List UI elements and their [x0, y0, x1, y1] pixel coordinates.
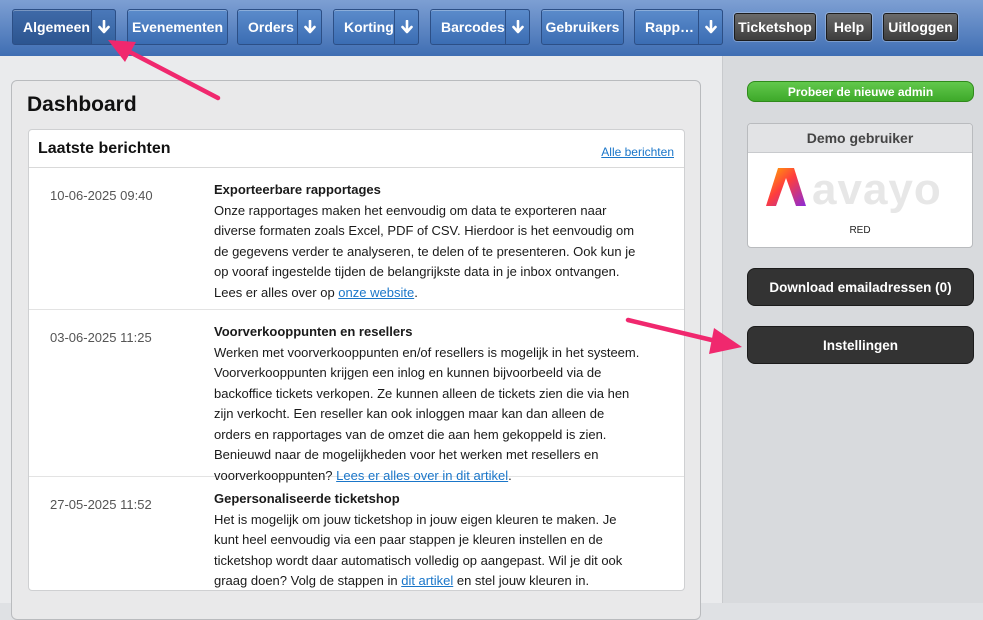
message-title: Exporteerbare rapportages — [214, 182, 381, 197]
message-text-end: . — [414, 284, 418, 300]
message-link[interactable]: dit artikel — [401, 573, 453, 588]
arrow-down-icon[interactable] — [698, 9, 723, 45]
nav-orders-label: Orders — [248, 19, 294, 35]
all-messages-link[interactable]: Alle berichten — [601, 145, 674, 159]
demo-organisation: RED — [849, 225, 871, 236]
ticketshop-button[interactable]: Ticketshop — [734, 13, 816, 41]
arrow-down-icon[interactable] — [297, 9, 322, 45]
message-text: Werken met voorverkooppunten en/of resel… — [214, 344, 640, 483]
message-body: Voorverkooppunten en resellers Werken me… — [214, 322, 644, 486]
message-title: Voorverkooppunten en resellers — [214, 324, 413, 339]
download-emailaddresses-button[interactable]: Download emailadressen (0) — [747, 268, 974, 306]
nav-orders[interactable]: Orders — [237, 9, 322, 45]
nav-gebruikers-label: Gebruikers — [545, 19, 620, 35]
nav-korting[interactable]: Korting — [333, 9, 419, 45]
message-body: Exporteerbare rapportages Onze rapportag… — [214, 180, 644, 303]
nav-algemeen[interactable]: Algemeen — [12, 9, 116, 45]
nav-barcodes[interactable]: Barcodes — [430, 9, 530, 45]
nav-algemeen-label: Algemeen — [23, 19, 90, 35]
nav-gebruikers[interactable]: Gebruikers — [541, 9, 624, 45]
svg-text:avayo: avayo — [812, 165, 942, 214]
demo-user-card: Demo gebruiker avayo RED — [747, 123, 973, 248]
main-content: Dashboard Laatste berichten Alle bericht… — [0, 56, 722, 620]
message-date: 03-06-2025 11:25 — [50, 330, 152, 345]
nav-evenementen[interactable]: Evenementen — [127, 9, 228, 45]
settings-button-label: Instellingen — [822, 337, 898, 353]
messages-title: Laatste berichten — [38, 140, 171, 157]
settings-button[interactable]: Instellingen — [747, 326, 974, 364]
dashboard-panel: Dashboard Laatste berichten Alle bericht… — [11, 80, 701, 620]
messages-header: Laatste berichten Alle berichten — [29, 130, 684, 168]
message-body: Gepersonaliseerde ticketshop Het is moge… — [214, 489, 644, 592]
logout-button-label: Uitloggen — [888, 19, 953, 35]
ticketshop-button-label: Ticketshop — [738, 19, 812, 35]
messages-panel: Laatste berichten Alle berichten 10-06-2… — [28, 129, 685, 591]
message-text: Onze rapportages maken het eenvoudig om … — [214, 202, 636, 300]
message-item: 27-05-2025 11:52 Gepersonaliseerde ticke… — [29, 477, 684, 590]
nav-rapportages-label: Rapp… — [645, 19, 694, 35]
top-navigation-bar: Algemeen Evenementen Orders Korting Barc… — [0, 0, 983, 56]
message-text-end: en stel jouw kleuren in. — [453, 573, 590, 588]
nav-evenementen-label: Evenementen — [131, 19, 224, 35]
message-title: Gepersonaliseerde ticketshop — [214, 491, 400, 506]
nav-barcodes-label: Barcodes — [441, 19, 505, 35]
message-item: 03-06-2025 11:25 Voorverkooppunten en re… — [29, 310, 684, 483]
demo-user-title: Demo gebruiker — [748, 124, 972, 153]
page-title: Dashboard — [27, 93, 137, 116]
help-button[interactable]: Help — [826, 13, 872, 41]
message-item: 10-06-2025 09:40 Exporteerbare rapportag… — [29, 168, 684, 310]
arrow-down-icon[interactable] — [91, 9, 116, 45]
logout-button[interactable]: Uitloggen — [883, 13, 958, 41]
try-new-admin-label: Probeer de nieuwe admin — [787, 84, 934, 99]
avayo-logo: avayo — [766, 165, 942, 214]
nav-rapportages[interactable]: Rapp… — [634, 9, 723, 45]
message-date: 27-05-2025 11:52 — [50, 497, 152, 512]
download-button-label: Download emailadressen (0) — [769, 279, 952, 295]
message-date: 10-06-2025 09:40 — [50, 188, 153, 203]
try-new-admin-button[interactable]: Probeer de nieuwe admin — [747, 81, 974, 102]
arrow-down-icon[interactable] — [394, 9, 419, 45]
sidebar: Probeer de nieuwe admin Demo gebruiker a… — [722, 56, 983, 603]
message-link[interactable]: onze website — [338, 285, 414, 300]
arrow-down-icon[interactable] — [505, 9, 530, 45]
help-button-label: Help — [833, 19, 865, 35]
